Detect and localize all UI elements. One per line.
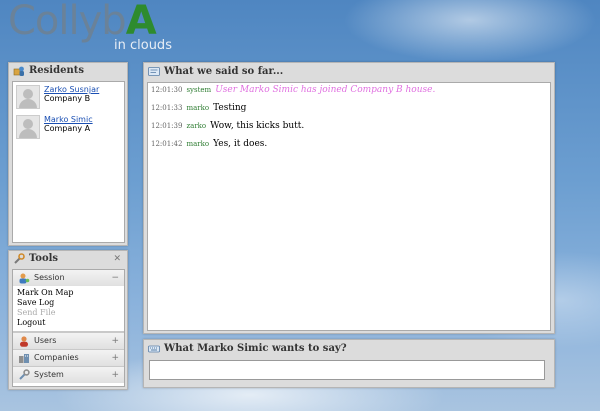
message-row: 12:01:33 marko Testing <box>151 103 547 113</box>
compose-title: What Marko Simic wants to say? <box>164 343 347 354</box>
users-label: Users <box>34 336 57 345</box>
system-label: System <box>34 370 64 379</box>
chat-icon <box>148 66 160 78</box>
session-links: Mark On Map Save Log Send File Logout <box>13 286 124 332</box>
companies-icon <box>18 352 30 364</box>
send-file-link: Send File <box>17 308 56 317</box>
collapse-icon[interactable]: − <box>111 270 119 286</box>
resident-name-link[interactable]: Marko Simic <box>44 115 93 124</box>
section-system[interactable]: System + <box>13 366 124 383</box>
chat-log: 12:01:30 system User Marko Simic has joi… <box>147 82 551 331</box>
avatar <box>16 85 40 109</box>
wrench-icon <box>13 253 25 265</box>
logout-link[interactable]: Logout <box>13 318 124 328</box>
system-icon <box>18 369 30 381</box>
chat-panel: What we said so far... 12:01:30 system U… <box>143 62 555 334</box>
chat-title: What we said so far... <box>164 66 284 77</box>
message-user: system <box>186 86 212 94</box>
residents-list: Zarko Susnjar Company B Marko Simic Comp… <box>12 81 125 243</box>
resident-item[interactable]: Zarko Susnjar Company B <box>13 82 124 112</box>
message-text: Testing <box>213 103 247 113</box>
section-users[interactable]: Users + <box>13 332 124 349</box>
resident-company: Company A <box>44 124 91 133</box>
message-text: Wow, this kicks butt. <box>210 121 305 131</box>
message-time: 12:01:33 <box>151 104 183 112</box>
app-logo: CollybA in clouds <box>8 0 208 58</box>
section-companies[interactable]: Companies + <box>13 349 124 366</box>
users-icon <box>18 335 30 347</box>
message-text: Yes, it does. <box>213 139 268 149</box>
companies-label: Companies <box>34 353 79 362</box>
message-time: 12:01:30 <box>151 86 183 94</box>
logo-subtitle: in clouds <box>114 38 172 53</box>
message-time: 12:01:39 <box>151 122 183 130</box>
expand-icon[interactable]: + <box>111 367 119 383</box>
save-log-link[interactable]: Save Log <box>13 298 124 308</box>
keyboard-icon <box>148 343 160 355</box>
message-time: 12:01:42 <box>151 140 183 148</box>
message-input[interactable] <box>149 360 545 380</box>
tools-body: Session − Mark On Map Save Log Send File… <box>12 269 125 387</box>
tools-title: Tools <box>29 253 59 264</box>
session-icon <box>18 272 30 284</box>
resident-company: Company B <box>44 94 91 103</box>
residents-panel: Residents Zarko Susnjar Company B Marko … <box>8 62 128 246</box>
tools-panel: Tools ✕ Session − Mark On Map Save Log S… <box>8 250 128 390</box>
message-row: 12:01:30 system User Marko Simic has joi… <box>151 85 547 95</box>
close-icon[interactable]: ✕ <box>113 251 121 267</box>
residents-icon <box>13 65 25 77</box>
compose-header: What Marko Simic wants to say? <box>144 340 554 357</box>
message-user: marko <box>186 104 210 112</box>
message-user: marko <box>186 140 210 148</box>
expand-icon[interactable]: + <box>111 350 119 366</box>
resident-name-link[interactable]: Zarko Susnjar <box>44 85 99 94</box>
logo-main-text: Collyb <box>8 0 127 44</box>
avatar <box>16 115 40 139</box>
mark-on-map-link[interactable]: Mark On Map <box>13 288 124 298</box>
compose-panel: What Marko Simic wants to say? <box>143 339 555 388</box>
tools-header: Tools ✕ <box>9 251 127 267</box>
expand-icon[interactable]: + <box>111 333 119 349</box>
message-row: 12:01:39 zarko Wow, this kicks butt. <box>151 121 547 131</box>
residents-header: Residents <box>9 63 127 79</box>
message-user: zarko <box>186 122 207 130</box>
session-label: Session <box>34 273 65 282</box>
message-text: User Marko Simic has joined Company B ho… <box>215 85 436 95</box>
message-list: 12:01:30 system User Marko Simic has joi… <box>148 83 550 159</box>
chat-header: What we said so far... <box>144 63 554 80</box>
message-row: 12:01:42 marko Yes, it does. <box>151 139 547 149</box>
resident-item[interactable]: Marko Simic Company A <box>13 112 124 142</box>
residents-title: Residents <box>29 65 84 76</box>
section-session[interactable]: Session − <box>13 270 124 286</box>
